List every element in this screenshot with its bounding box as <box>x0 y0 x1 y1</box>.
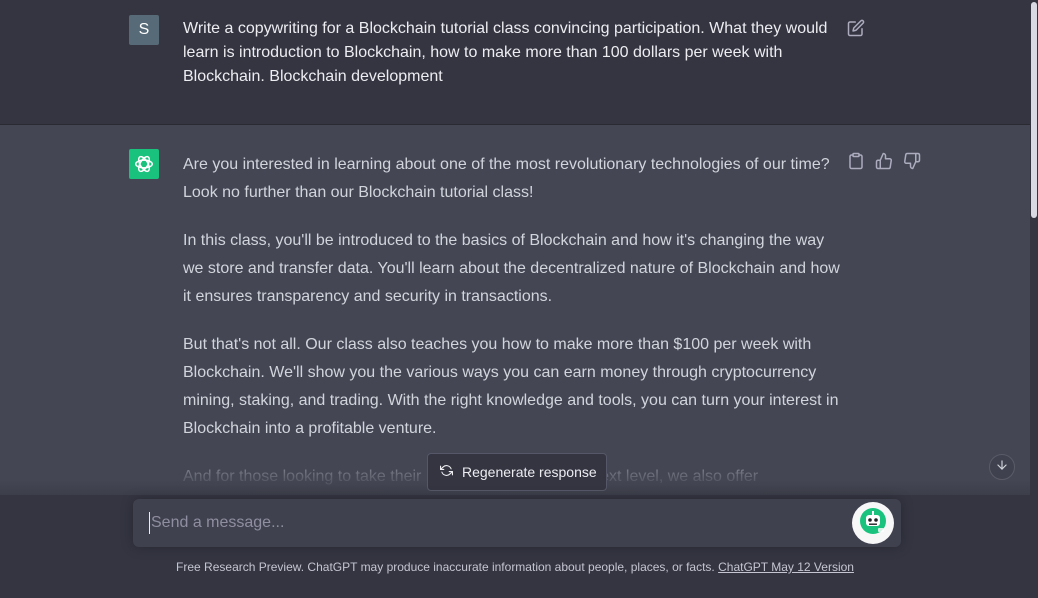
response-paragraph: In this class, you'll be introduced to t… <box>183 232 840 305</box>
refresh-icon <box>440 464 453 480</box>
message-input[interactable] <box>149 512 839 534</box>
regenerate-button[interactable]: Regenerate response <box>427 453 607 491</box>
scroll-to-bottom-button[interactable] <box>989 454 1015 480</box>
robot-icon <box>858 506 888 541</box>
footer-disclaimer: Free Research Preview. ChatGPT may produ… <box>0 560 1030 574</box>
arrow-down-icon <box>995 458 1009 477</box>
thumbs-down-icon[interactable] <box>903 152 921 170</box>
response-paragraph: But that's not all. Our class also teach… <box>183 336 839 437</box>
user-avatar: S <box>129 15 159 45</box>
user-message-text: Write a copywriting for a Blockchain tut… <box>183 20 828 85</box>
scrollbar-thumb[interactable] <box>1031 2 1037 218</box>
chatgpt-logo-icon <box>129 149 159 179</box>
regenerate-label: Regenerate response <box>462 464 597 480</box>
avatar-letter: S <box>138 21 150 38</box>
response-paragraph: Are you interested in learning about one… <box>183 156 830 201</box>
bot-extension-button[interactable] <box>852 502 894 544</box>
response-actions <box>847 152 921 170</box>
version-link[interactable]: ChatGPT May 12 Version <box>718 560 854 574</box>
edit-icon[interactable] <box>847 19 865 37</box>
thumbs-up-icon[interactable] <box>875 152 893 170</box>
clipboard-icon[interactable] <box>847 152 865 170</box>
user-message-block: S Write a copywriting for a Blockchain t… <box>0 0 1030 125</box>
footer-text: Free Research Preview. ChatGPT may produ… <box>176 560 715 574</box>
message-input-box <box>133 499 901 547</box>
